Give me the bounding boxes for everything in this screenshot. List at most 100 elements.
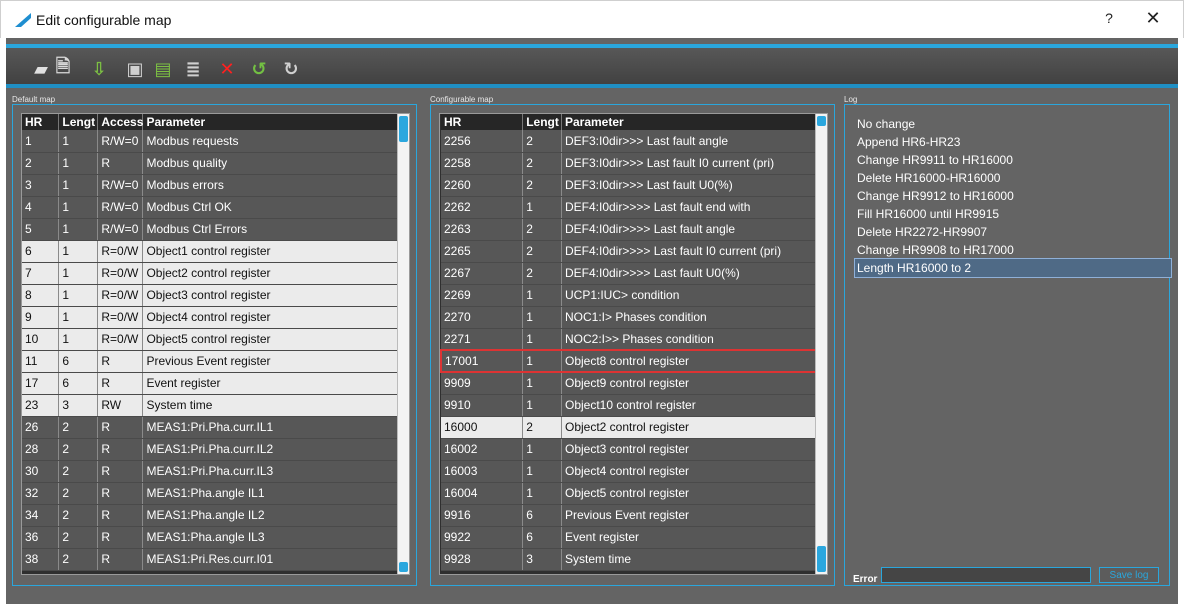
- table-row[interactable]: 26 2 R MEAS1:Pri.Pha.curr.IL1: [22, 416, 409, 439]
- redo-icon[interactable]: ↻: [280, 58, 302, 80]
- table-row[interactable]: 17001 1 Object8 control register: [440, 349, 827, 373]
- save-log-button[interactable]: Save log: [1099, 567, 1159, 583]
- help-button[interactable]: ?: [1097, 10, 1121, 30]
- column-header[interactable]: Lengt: [58, 114, 99, 130]
- table-row[interactable]: 2271 1 NOC2:I>> Phases condition: [441, 328, 827, 351]
- configurable-map-panel: HR Lengt Parameter 2256 2 DEF3:I0dir>>> Last…: [430, 104, 835, 586]
- table-row[interactable]: 16003 1 Object4 control register: [441, 460, 827, 483]
- table-row[interactable]: 3 1 R/W=0 Modbus errors: [22, 174, 409, 197]
- log-entry[interactable]: Length HR16000 to 2: [854, 258, 1172, 278]
- configurable-map-grid[interactable]: HR Lengt Parameter 2256 2 DEF3:I0dir>>> Last…: [439, 113, 828, 575]
- column-header[interactable]: Parameter: [142, 114, 409, 130]
- table-cell: Event register: [142, 372, 409, 395]
- table-row[interactable]: 38 2 R MEAS1:Pri.Res.curr.I01: [22, 548, 409, 571]
- table-row[interactable]: 23 3 RW System time: [22, 394, 409, 417]
- close-button[interactable]: ✕: [1141, 8, 1165, 32]
- table-row[interactable]: 6 1 R=0/W Object1 control register: [22, 240, 409, 263]
- table-row[interactable]: 2260 2 DEF3:I0dir>>> Last fault U0(%): [441, 174, 827, 197]
- table-row[interactable]: 2263 2 DEF4:I0dir>>>> Last fault angle: [441, 218, 827, 241]
- table-cell: 1: [522, 460, 562, 483]
- configurable-map-scroll-up[interactable]: [817, 116, 826, 126]
- log-entry[interactable]: Change HR9911 to HR16000: [855, 151, 1171, 169]
- table-row[interactable]: 2269 1 UCP1:IUC> condition: [441, 284, 827, 307]
- log-entry[interactable]: Append HR6-HR23: [855, 133, 1171, 151]
- table-row[interactable]: 9928 3 System time: [441, 548, 827, 571]
- table-row[interactable]: 11 6 R Previous Event register: [22, 350, 409, 373]
- column-header[interactable]: HR: [441, 114, 524, 130]
- configurable-map-scroll-thumb[interactable]: [817, 546, 826, 572]
- table-row[interactable]: 2270 1 NOC1:I> Phases condition: [441, 306, 827, 329]
- table-cell: 1: [58, 262, 99, 285]
- column-header[interactable]: Access: [97, 114, 144, 130]
- table-cell: R: [97, 350, 144, 373]
- table-row[interactable]: 5 1 R/W=0 Modbus Ctrl Errors: [22, 218, 409, 241]
- table-row[interactable]: 9909 1 Object9 control register: [441, 372, 827, 395]
- table-row[interactable]: 36 2 R MEAS1:Pha.angle IL3: [22, 526, 409, 549]
- table-row[interactable]: 2265 2 DEF4:I0dir>>>> Last fault I0 curren…: [441, 240, 827, 263]
- column-header[interactable]: Lengt: [522, 114, 562, 130]
- table-cell: MEAS1:Pha.angle IL1: [142, 482, 409, 505]
- delete-icon[interactable]: ✕: [216, 58, 238, 80]
- table-row[interactable]: 2267 2 DEF4:I0dir>>>> Last fault U0(%): [441, 262, 827, 285]
- table-row[interactable]: 10 1 R=0/W Object5 control register: [22, 328, 409, 351]
- default-map-scroll-down[interactable]: [399, 562, 408, 572]
- table-cell: 2262: [441, 196, 524, 219]
- log-entry[interactable]: No change: [855, 115, 1171, 133]
- save-icon[interactable]: ▣: [124, 58, 146, 80]
- table-cell: System time: [142, 394, 409, 417]
- export-icon[interactable]: ▤: [152, 58, 174, 80]
- table-cell: Object5 control register: [142, 328, 409, 351]
- table-row[interactable]: 9 1 R=0/W Object4 control register: [22, 306, 409, 329]
- table-cell: Modbus Ctrl OK: [142, 196, 409, 219]
- table-row[interactable]: 8 1 R=0/W Object3 control register: [22, 284, 409, 307]
- default-map-scroll-thumb[interactable]: [399, 116, 408, 142]
- table-row[interactable]: 34 2 R MEAS1:Pha.angle IL2: [22, 504, 409, 527]
- table-row[interactable]: 9916 6 Previous Event register: [441, 504, 827, 527]
- import-icon[interactable]: ⇩: [88, 58, 110, 80]
- log-entry[interactable]: Fill HR16000 until HR9915: [855, 205, 1171, 223]
- table-row[interactable]: 2262 1 DEF4:I0dir>>>> Last fault end with: [441, 196, 827, 219]
- table-cell: Modbus Ctrl Errors: [142, 218, 409, 241]
- table-cell: Modbus requests: [142, 130, 409, 153]
- default-map-scrollbar[interactable]: [397, 114, 409, 574]
- table-cell: 17001: [440, 349, 524, 373]
- table-cell: 2: [522, 130, 562, 153]
- table-row[interactable]: 4 1 R/W=0 Modbus Ctrl OK: [22, 196, 409, 219]
- table-row[interactable]: 2258 2 DEF3:I0dir>>> Last fault I0 current…: [441, 152, 827, 175]
- table-row[interactable]: 16002 1 Object3 control register: [441, 438, 827, 461]
- log-entry[interactable]: Change HR9908 to HR17000: [855, 241, 1171, 259]
- table-row[interactable]: 2 1 R Modbus quality: [22, 152, 409, 175]
- preview-document-icon[interactable]: 🗎: [52, 56, 74, 80]
- table-row[interactable]: 1 1 R/W=0 Modbus requests: [22, 130, 409, 153]
- column-header[interactable]: HR: [22, 114, 60, 130]
- table-cell: 2260: [441, 174, 524, 197]
- default-map-grid[interactable]: HR Lengt Access Parameter 1 1 R/W=0 Modbus req…: [21, 113, 410, 575]
- log-entry[interactable]: Delete HR16000-HR16000: [855, 169, 1171, 187]
- table-row[interactable]: 32 2 R MEAS1:Pha.angle IL1: [22, 482, 409, 505]
- log-entry[interactable]: Change HR9912 to HR16000: [855, 187, 1171, 205]
- table-row[interactable]: 9910 1 Object10 control register: [441, 394, 827, 417]
- configurable-map-scrollbar[interactable]: [815, 114, 827, 574]
- table-cell: Object3 control register: [561, 438, 827, 461]
- table-cell: 2: [58, 460, 99, 483]
- column-header[interactable]: Parameter: [561, 114, 827, 130]
- table-cell: 2: [522, 416, 562, 439]
- log-panel: No change Append HR6-HR23 Change HR9911 to…: [844, 104, 1172, 586]
- table-row[interactable]: 17 6 R Event register: [22, 372, 409, 395]
- table-cell: 9: [22, 306, 60, 329]
- open-folder-icon[interactable]: ▰: [30, 58, 52, 80]
- list-icon[interactable]: ≣: [182, 58, 204, 80]
- window-title: Edit configurable map: [36, 12, 172, 28]
- log-entry[interactable]: Delete HR2272-HR9907: [855, 223, 1171, 241]
- table-row[interactable]: 2256 2 DEF3:I0dir>>> Last fault angle: [441, 130, 827, 153]
- table-cell: 1: [58, 328, 99, 351]
- undo-icon[interactable]: ↺: [248, 58, 270, 80]
- error-field[interactable]: [881, 567, 1091, 583]
- table-row[interactable]: 28 2 R MEAS1:Pri.Pha.curr.IL2: [22, 438, 409, 461]
- table-cell: DEF3:I0dir>>> Last fault angle: [561, 130, 827, 153]
- table-row[interactable]: 30 2 R MEAS1:Pri.Pha.curr.IL3: [22, 460, 409, 483]
- table-row[interactable]: 16004 1 Object5 control register: [441, 482, 827, 505]
- table-row[interactable]: 7 1 R=0/W Object2 control register: [22, 262, 409, 285]
- table-row[interactable]: 16000 2 Object2 control register: [441, 416, 827, 439]
- table-row[interactable]: 9922 6 Event register: [441, 526, 827, 549]
